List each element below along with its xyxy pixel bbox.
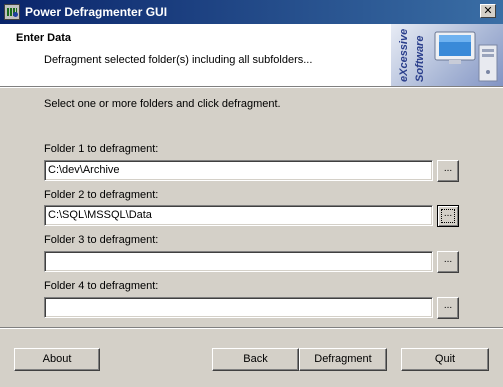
back-button[interactable]: Back — [212, 348, 299, 371]
folder-3-browse-button[interactable]: ... — [437, 251, 459, 273]
footer-divider-highlight — [0, 328, 503, 329]
page-title: Enter Data — [16, 32, 72, 44]
window-title: Power Defragmenter GUI — [25, 5, 168, 19]
close-button[interactable]: ✕ — [480, 4, 496, 18]
instruction-text: Select one or more folders and click def… — [44, 98, 281, 110]
computer-logo-icon: eXcessive Software — [391, 24, 503, 86]
header-banner: Enter Data Defragment selected folder(s)… — [0, 24, 503, 87]
folder-2-input[interactable]: C:\SQL\MSSQL\Data — [44, 205, 433, 226]
app-window: Power Defragmenter GUI ✕ Enter Data Defr… — [0, 0, 503, 387]
browse-icon: ... — [443, 300, 453, 311]
monitor-icon — [434, 31, 476, 64]
page-subtitle: Defragment selected folder(s) including … — [44, 54, 313, 66]
title-bar[interactable]: Power Defragmenter GUI ✕ — [0, 0, 503, 24]
folder-3-label: Folder 3 to defragment: — [44, 234, 159, 246]
folder-4-input[interactable] — [44, 297, 433, 318]
tower-icon — [478, 44, 498, 82]
folder-1-browse-button[interactable]: ... — [437, 160, 459, 182]
quit-button[interactable]: Quit — [401, 348, 489, 371]
folder-4-browse-button[interactable]: ... — [437, 297, 459, 319]
folder-1-label: Folder 1 to defragment: — [44, 143, 159, 155]
folder-1-input[interactable]: C:\dev\Archive — [44, 160, 433, 181]
about-button[interactable]: About — [14, 348, 100, 371]
close-icon: ✕ — [483, 5, 493, 17]
logo-text: eXcessive Software — [398, 29, 426, 82]
app-icon[interactable] — [4, 4, 20, 20]
logo-text-line1: eXcessive — [398, 29, 410, 82]
logo-text-line2: Software — [414, 36, 426, 82]
browse-icon: ... — [443, 163, 453, 174]
folder-4-label: Folder 4 to defragment: — [44, 280, 159, 292]
browse-icon: ... — [443, 254, 453, 265]
folder-2-label: Folder 2 to defragment: — [44, 189, 159, 201]
folder-2-browse-button[interactable]: ... — [437, 205, 459, 227]
folder-3-input[interactable] — [44, 251, 433, 272]
header-divider — [0, 87, 503, 88]
defragment-button[interactable]: Defragment — [299, 348, 387, 371]
